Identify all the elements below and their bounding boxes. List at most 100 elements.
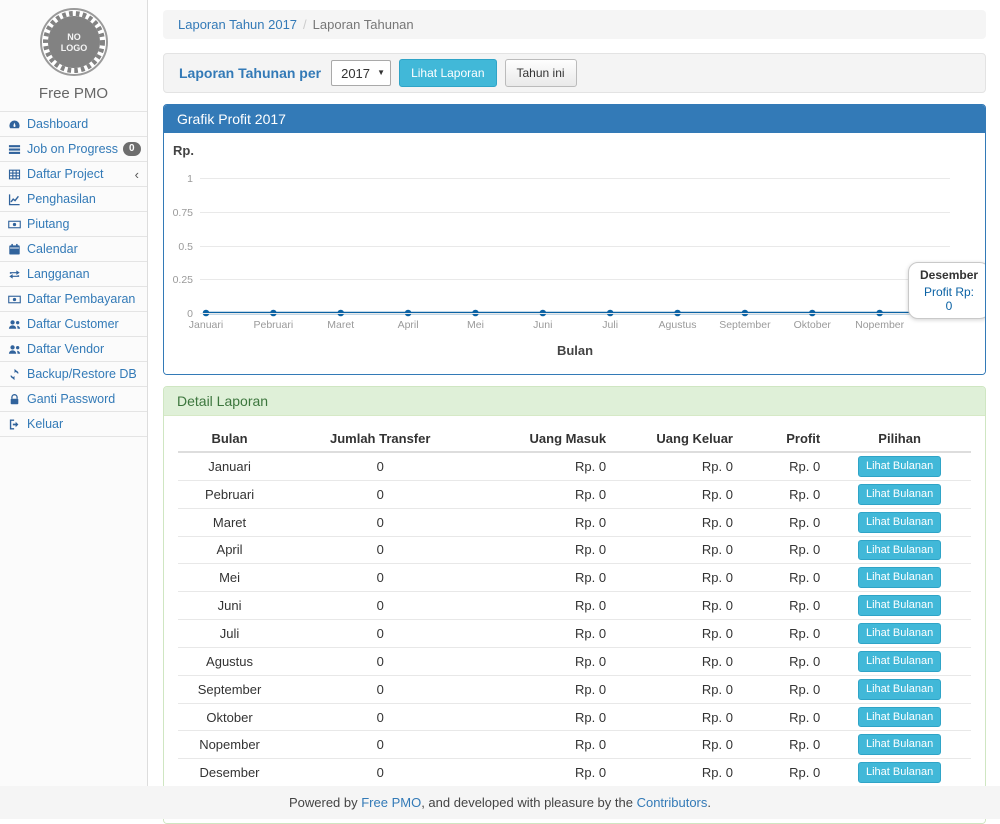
table-row-juni: Juni0Rp. 0Rp. 0Rp. 0Lihat Bulanan (178, 592, 971, 620)
lihat-bulanan-button[interactable]: Lihat Bulanan (858, 484, 941, 505)
breadcrumb-current: Laporan Tahunan (313, 17, 414, 32)
tahun-ini-button[interactable]: Tahun ini (505, 59, 577, 87)
cell-profit: Rp. 0 (741, 564, 828, 592)
lihat-bulanan-button[interactable]: Lihat Bulanan (858, 456, 941, 477)
year-select[interactable]: 2017 (331, 60, 391, 86)
cell-profit: Rp. 0 (741, 480, 828, 508)
sidebar-item-langganan[interactable]: Langganan (0, 262, 147, 287)
cell-bulan: Nopember (178, 731, 281, 759)
lihat-bulanan-button[interactable]: Lihat Bulanan (858, 707, 941, 728)
calendar-icon (8, 243, 22, 256)
cell-uang-keluar: Rp. 0 (614, 508, 741, 536)
column-header-pilihan: Pilihan (828, 426, 971, 452)
sidebar-item-daftar-pembayaran[interactable]: Daftar Pembayaran (0, 287, 147, 312)
cell-uang-keluar: Rp. 0 (614, 647, 741, 675)
footer-text-suffix: . (707, 795, 711, 810)
sidebar-menu: Dashboard Job on Progress 0 Daftar Project‹… (0, 111, 147, 437)
cell-uang-keluar: Rp. 0 (614, 452, 741, 480)
sidebar-item-label: Penghasilan (27, 192, 96, 206)
profit-chart-panel: Grafik Profit 2017 Rp. Bulan Desember Pr… (163, 104, 986, 375)
cell-profit: Rp. 0 (741, 452, 828, 480)
lihat-laporan-button[interactable]: Lihat Laporan (399, 59, 496, 87)
sidebar-item-label: Ganti Password (27, 392, 115, 406)
cell-jumlah-transfer: 0 (281, 508, 479, 536)
cell-pilihan: Lihat Bulanan (828, 508, 971, 536)
chart-panel-title: Grafik Profit 2017 (164, 105, 985, 133)
sidebar-item-backup-restore-db[interactable]: Backup/Restore DB (0, 362, 147, 387)
cell-jumlah-transfer: 0 (281, 536, 479, 564)
sidebar-item-job-on-progress[interactable]: Job on Progress 0 (0, 137, 147, 162)
cell-profit: Rp. 0 (741, 759, 828, 787)
column-header-profit: Profit (741, 426, 828, 452)
tooltip-value: Profit Rp: 0 (920, 285, 978, 313)
cell-profit: Rp. 0 (741, 592, 828, 620)
cell-bulan: Pebruari (178, 480, 281, 508)
sidebar-item-penghasilan[interactable]: Penghasilan (0, 187, 147, 212)
cell-uang-masuk: Rp. 0 (479, 508, 614, 536)
sidebar-item-daftar-vendor[interactable]: Daftar Vendor (0, 337, 147, 362)
sidebar-item-daftar-customer[interactable]: Daftar Customer (0, 312, 147, 337)
cell-uang-masuk: Rp. 0 (479, 675, 614, 703)
cell-uang-masuk: Rp. 0 (479, 452, 614, 480)
cell-profit: Rp. 0 (741, 620, 828, 648)
chart-y-tick: 0.75 (166, 207, 193, 219)
table-row-september: September0Rp. 0Rp. 0Rp. 0Lihat Bulanan (178, 675, 971, 703)
lihat-bulanan-button[interactable]: Lihat Bulanan (858, 679, 941, 700)
line-chart-icon (8, 193, 22, 206)
sign-out-icon (8, 418, 22, 431)
breadcrumb-link-laporan-tahun[interactable]: Laporan Tahun 2017 (178, 17, 297, 32)
table-row-april: April0Rp. 0Rp. 0Rp. 0Lihat Bulanan (178, 536, 971, 564)
brand-text: Free PMO (0, 85, 147, 102)
table-row-agustus: Agustus0Rp. 0Rp. 0Rp. 0Lihat Bulanan (178, 647, 971, 675)
sidebar-item-label: Daftar Vendor (27, 342, 104, 356)
cell-profit: Rp. 0 (741, 647, 828, 675)
free-pmo-link[interactable]: Free PMO (361, 795, 421, 810)
lihat-bulanan-button[interactable]: Lihat Bulanan (858, 595, 941, 616)
retweet-icon (8, 268, 22, 281)
sidebar-item-label: Piutang (27, 217, 69, 231)
cell-uang-keluar: Rp. 0 (614, 675, 741, 703)
sidebar-item-keluar[interactable]: Keluar (0, 412, 147, 437)
refresh-icon (8, 368, 22, 381)
cell-bulan: Agustus (178, 647, 281, 675)
lihat-bulanan-button[interactable]: Lihat Bulanan (858, 623, 941, 644)
cell-pilihan: Lihat Bulanan (828, 731, 971, 759)
table-row-maret: Maret0Rp. 0Rp. 0Rp. 0Lihat Bulanan (178, 508, 971, 536)
sidebar-item-calendar[interactable]: Calendar (0, 237, 147, 262)
cell-bulan: Juli (178, 620, 281, 648)
cell-uang-keluar: Rp. 0 (614, 480, 741, 508)
table-row-juli: Juli0Rp. 0Rp. 0Rp. 0Lihat Bulanan (178, 620, 971, 648)
lihat-bulanan-button[interactable]: Lihat Bulanan (858, 567, 941, 588)
lihat-bulanan-button[interactable]: Lihat Bulanan (858, 540, 941, 561)
chart-gridline (200, 178, 950, 179)
sidebar-item-dashboard[interactable]: Dashboard (0, 112, 147, 137)
footer-text-middle: , and developed with pleasure by the (421, 795, 636, 810)
money-icon (8, 293, 22, 306)
no-logo-icon: NO LOGO (39, 7, 109, 77)
lihat-bulanan-button[interactable]: Lihat Bulanan (858, 651, 941, 672)
cell-bulan: Juni (178, 592, 281, 620)
cell-pilihan: Lihat Bulanan (828, 592, 971, 620)
cell-bulan: Maret (178, 508, 281, 536)
cell-jumlah-transfer: 0 (281, 480, 479, 508)
lihat-bulanan-button[interactable]: Lihat Bulanan (858, 512, 941, 533)
cell-pilihan: Lihat Bulanan (828, 620, 971, 648)
lihat-bulanan-button[interactable]: Lihat Bulanan (858, 762, 941, 783)
contributors-link[interactable]: Contributors (637, 795, 708, 810)
chart-gridline (200, 212, 950, 213)
cell-uang-keluar: Rp. 0 (614, 536, 741, 564)
cell-pilihan: Lihat Bulanan (828, 452, 971, 480)
sidebar-item-piutang[interactable]: Piutang (0, 212, 147, 237)
cell-uang-masuk: Rp. 0 (479, 759, 614, 787)
sidebar-item-label: Dashboard (27, 117, 88, 131)
report-table: BulanJumlah TransferUang MasukUang Kelua… (178, 426, 971, 811)
chart-gridline (200, 313, 950, 314)
count-badge: 0 (123, 142, 141, 156)
lihat-bulanan-button[interactable]: Lihat Bulanan (858, 734, 941, 755)
cell-pilihan: Lihat Bulanan (828, 536, 971, 564)
cell-uang-keluar: Rp. 0 (614, 564, 741, 592)
sidebar-item-ganti-password[interactable]: Ganti Password (0, 387, 147, 412)
sidebar-item-daftar-project[interactable]: Daftar Project‹ (0, 162, 147, 187)
sidebar-item-label: Job on Progress (27, 142, 118, 156)
cell-uang-masuk: Rp. 0 (479, 564, 614, 592)
